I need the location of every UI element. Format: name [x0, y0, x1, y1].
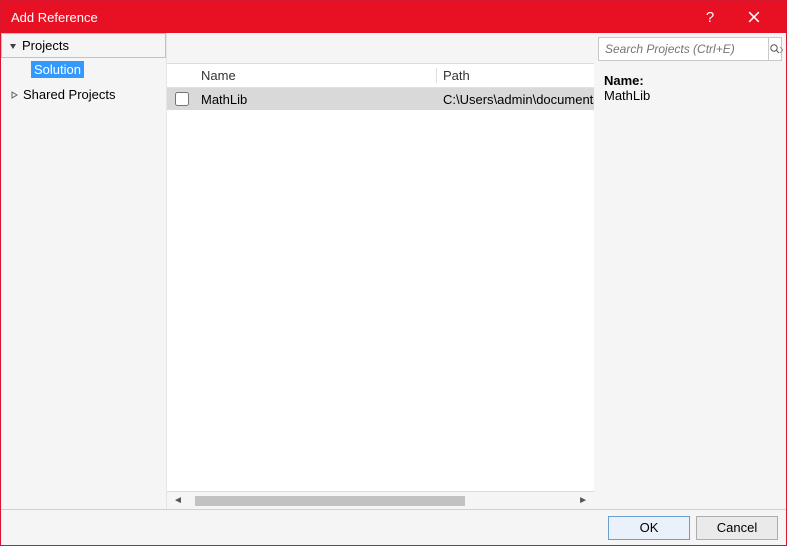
sidebar-label-solution: Solution — [31, 61, 84, 78]
middle-top-spacer — [167, 33, 594, 63]
dialog-footer: OK Cancel — [1, 509, 786, 545]
add-reference-dialog: Add Reference ? Projects Solution Shared… — [0, 0, 787, 546]
row-name: MathLib — [197, 92, 437, 107]
scroll-thumb[interactable] — [195, 496, 465, 506]
titlebar: Add Reference ? — [1, 1, 786, 33]
sidebar-item-projects[interactable]: Projects — [1, 33, 166, 58]
search-button[interactable] — [768, 38, 783, 60]
close-icon — [748, 11, 760, 23]
grid-header-name[interactable]: Name — [197, 68, 437, 83]
sidebar-label-shared: Shared Projects — [23, 87, 116, 102]
scroll-left-icon[interactable]: ◄ — [171, 495, 185, 506]
sidebar: Projects Solution Shared Projects — [1, 33, 167, 509]
expander-icon — [8, 41, 18, 51]
help-button[interactable]: ? — [688, 1, 732, 33]
sidebar-item-shared-projects[interactable]: Shared Projects — [1, 81, 166, 106]
search-input[interactable] — [599, 42, 768, 56]
scroll-right-icon[interactable]: ► — [576, 495, 590, 506]
sidebar-label-projects: Projects — [22, 38, 69, 53]
middle-panel: Name Path MathLib C:\Users\admin\documen… — [167, 33, 594, 509]
row-checkbox[interactable] — [175, 92, 189, 106]
cancel-button[interactable]: Cancel — [696, 516, 778, 540]
horizontal-scrollbar[interactable]: ◄ ► — [167, 491, 594, 509]
details-name-label: Name: — [604, 73, 776, 88]
sidebar-item-solution[interactable]: Solution — [1, 58, 166, 81]
expander-icon — [9, 90, 19, 100]
grid-header-path[interactable]: Path — [437, 68, 594, 83]
search-icon — [769, 43, 783, 55]
table-row[interactable]: MathLib C:\Users\admin\documents\visual … — [167, 88, 594, 110]
grid-body: MathLib C:\Users\admin\documents\visual … — [167, 88, 594, 491]
details-panel: Name: MathLib — [594, 33, 786, 509]
details-name-value: MathLib — [604, 88, 776, 103]
dialog-body: Projects Solution Shared Projects Name P… — [1, 33, 786, 509]
details-info: Name: MathLib — [594, 65, 786, 111]
ok-button[interactable]: OK — [608, 516, 690, 540]
window-title: Add Reference — [11, 10, 688, 25]
reference-grid: Name Path MathLib C:\Users\admin\documen… — [167, 63, 594, 509]
grid-header: Name Path — [167, 64, 594, 88]
close-button[interactable] — [732, 1, 776, 33]
row-path: C:\Users\admin\documents\visual studio 2… — [437, 92, 594, 107]
search-box[interactable] — [598, 37, 782, 61]
